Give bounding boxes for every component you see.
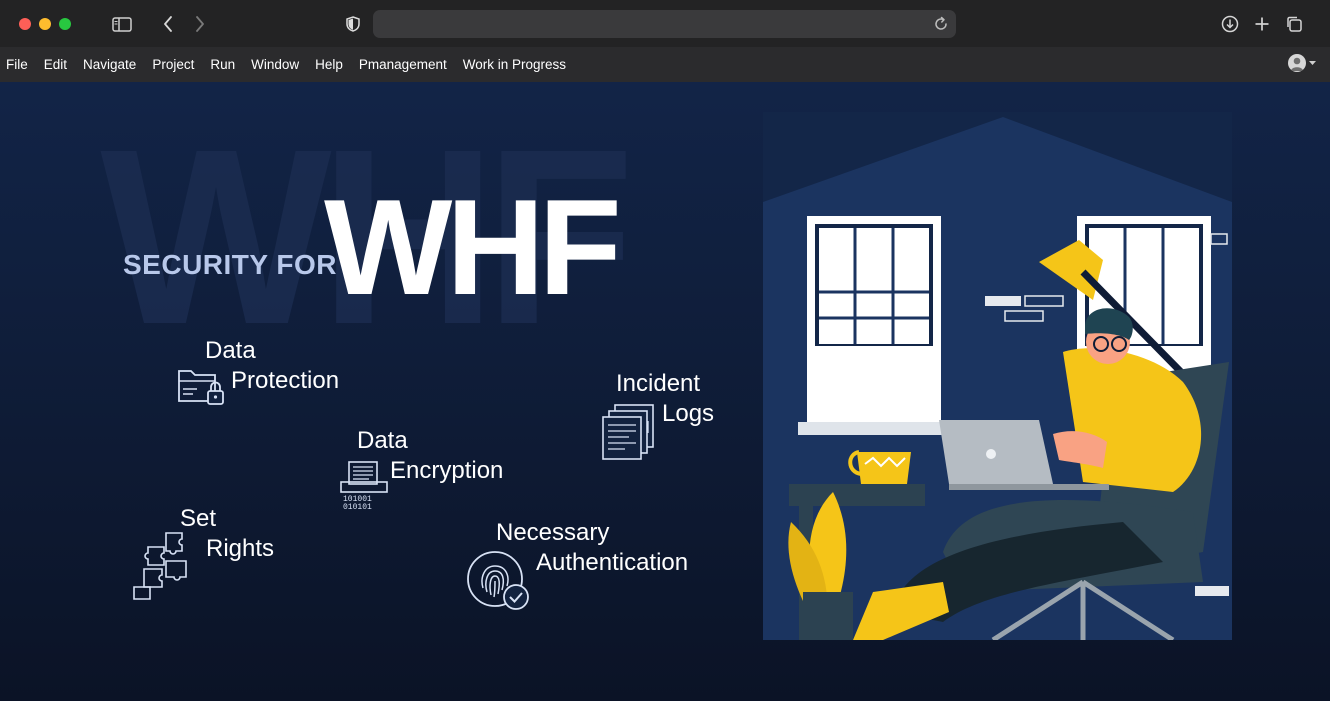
folder-lock-icon <box>178 370 224 405</box>
feature-line1: Set <box>180 505 217 532</box>
reload-icon[interactable] <box>932 15 950 33</box>
menu-file[interactable]: File <box>1 57 33 72</box>
menu-window[interactable]: Window <box>246 57 304 72</box>
forward-icon[interactable] <box>192 12 208 36</box>
document-encryption-icon: 101001 010101 <box>340 461 388 512</box>
puzzle-icon <box>133 532 187 600</box>
back-icon[interactable] <box>160 12 176 36</box>
menu-work-in-progress[interactable]: Work in Progress <box>458 57 571 72</box>
user-menu[interactable] <box>1288 54 1316 72</box>
close-window-button[interactable] <box>19 18 31 30</box>
address-bar[interactable] <box>373 10 956 38</box>
zoom-window-button[interactable] <box>59 18 71 30</box>
chevron-down-icon <box>1309 60 1316 65</box>
download-icon[interactable] <box>1220 12 1240 36</box>
avatar <box>1288 54 1306 72</box>
feature-line2: Rights <box>206 535 275 562</box>
headline-whf: WHF <box>324 171 622 323</box>
browser-titlebar <box>0 0 1330 47</box>
log-sheets-icon <box>602 404 654 460</box>
menu-pmanagement[interactable]: Pmanagement <box>354 57 452 72</box>
sidebar-icon[interactable] <box>111 12 133 36</box>
headline-security-for: SECURITY FOR <box>123 249 337 280</box>
minimize-window-button[interactable] <box>39 18 51 30</box>
menu-edit[interactable]: Edit <box>39 57 72 72</box>
feature-line1: Necessary <box>496 519 610 546</box>
fingerprint-check-icon <box>467 551 529 610</box>
feature-line1: Data <box>205 337 256 364</box>
menu-navigate[interactable]: Navigate <box>78 57 141 72</box>
feature-line2: Authentication <box>536 549 689 576</box>
person-working-on-laptop-illustration <box>763 112 1232 640</box>
menu-run[interactable]: Run <box>205 57 240 72</box>
menu-help[interactable]: Help <box>310 57 348 72</box>
shield-icon[interactable] <box>345 12 361 36</box>
tabs-overview-icon[interactable] <box>1284 12 1304 36</box>
feature-line1: Data <box>357 427 408 454</box>
svg-text:010101: 010101 <box>343 503 372 512</box>
app-menubar: File Edit Navigate Project Run Window He… <box>0 47 1330 82</box>
feature-line2: Encryption <box>390 457 504 484</box>
new-tab-icon[interactable] <box>1253 12 1271 36</box>
feature-line2: Protection <box>231 367 340 394</box>
feature-line2: Logs <box>662 400 715 427</box>
security-banner: WHF SECURITY FOR WHF Data Protection Dat… <box>0 82 1330 701</box>
feature-line1: Incident <box>616 370 701 397</box>
menu-project[interactable]: Project <box>147 57 199 72</box>
